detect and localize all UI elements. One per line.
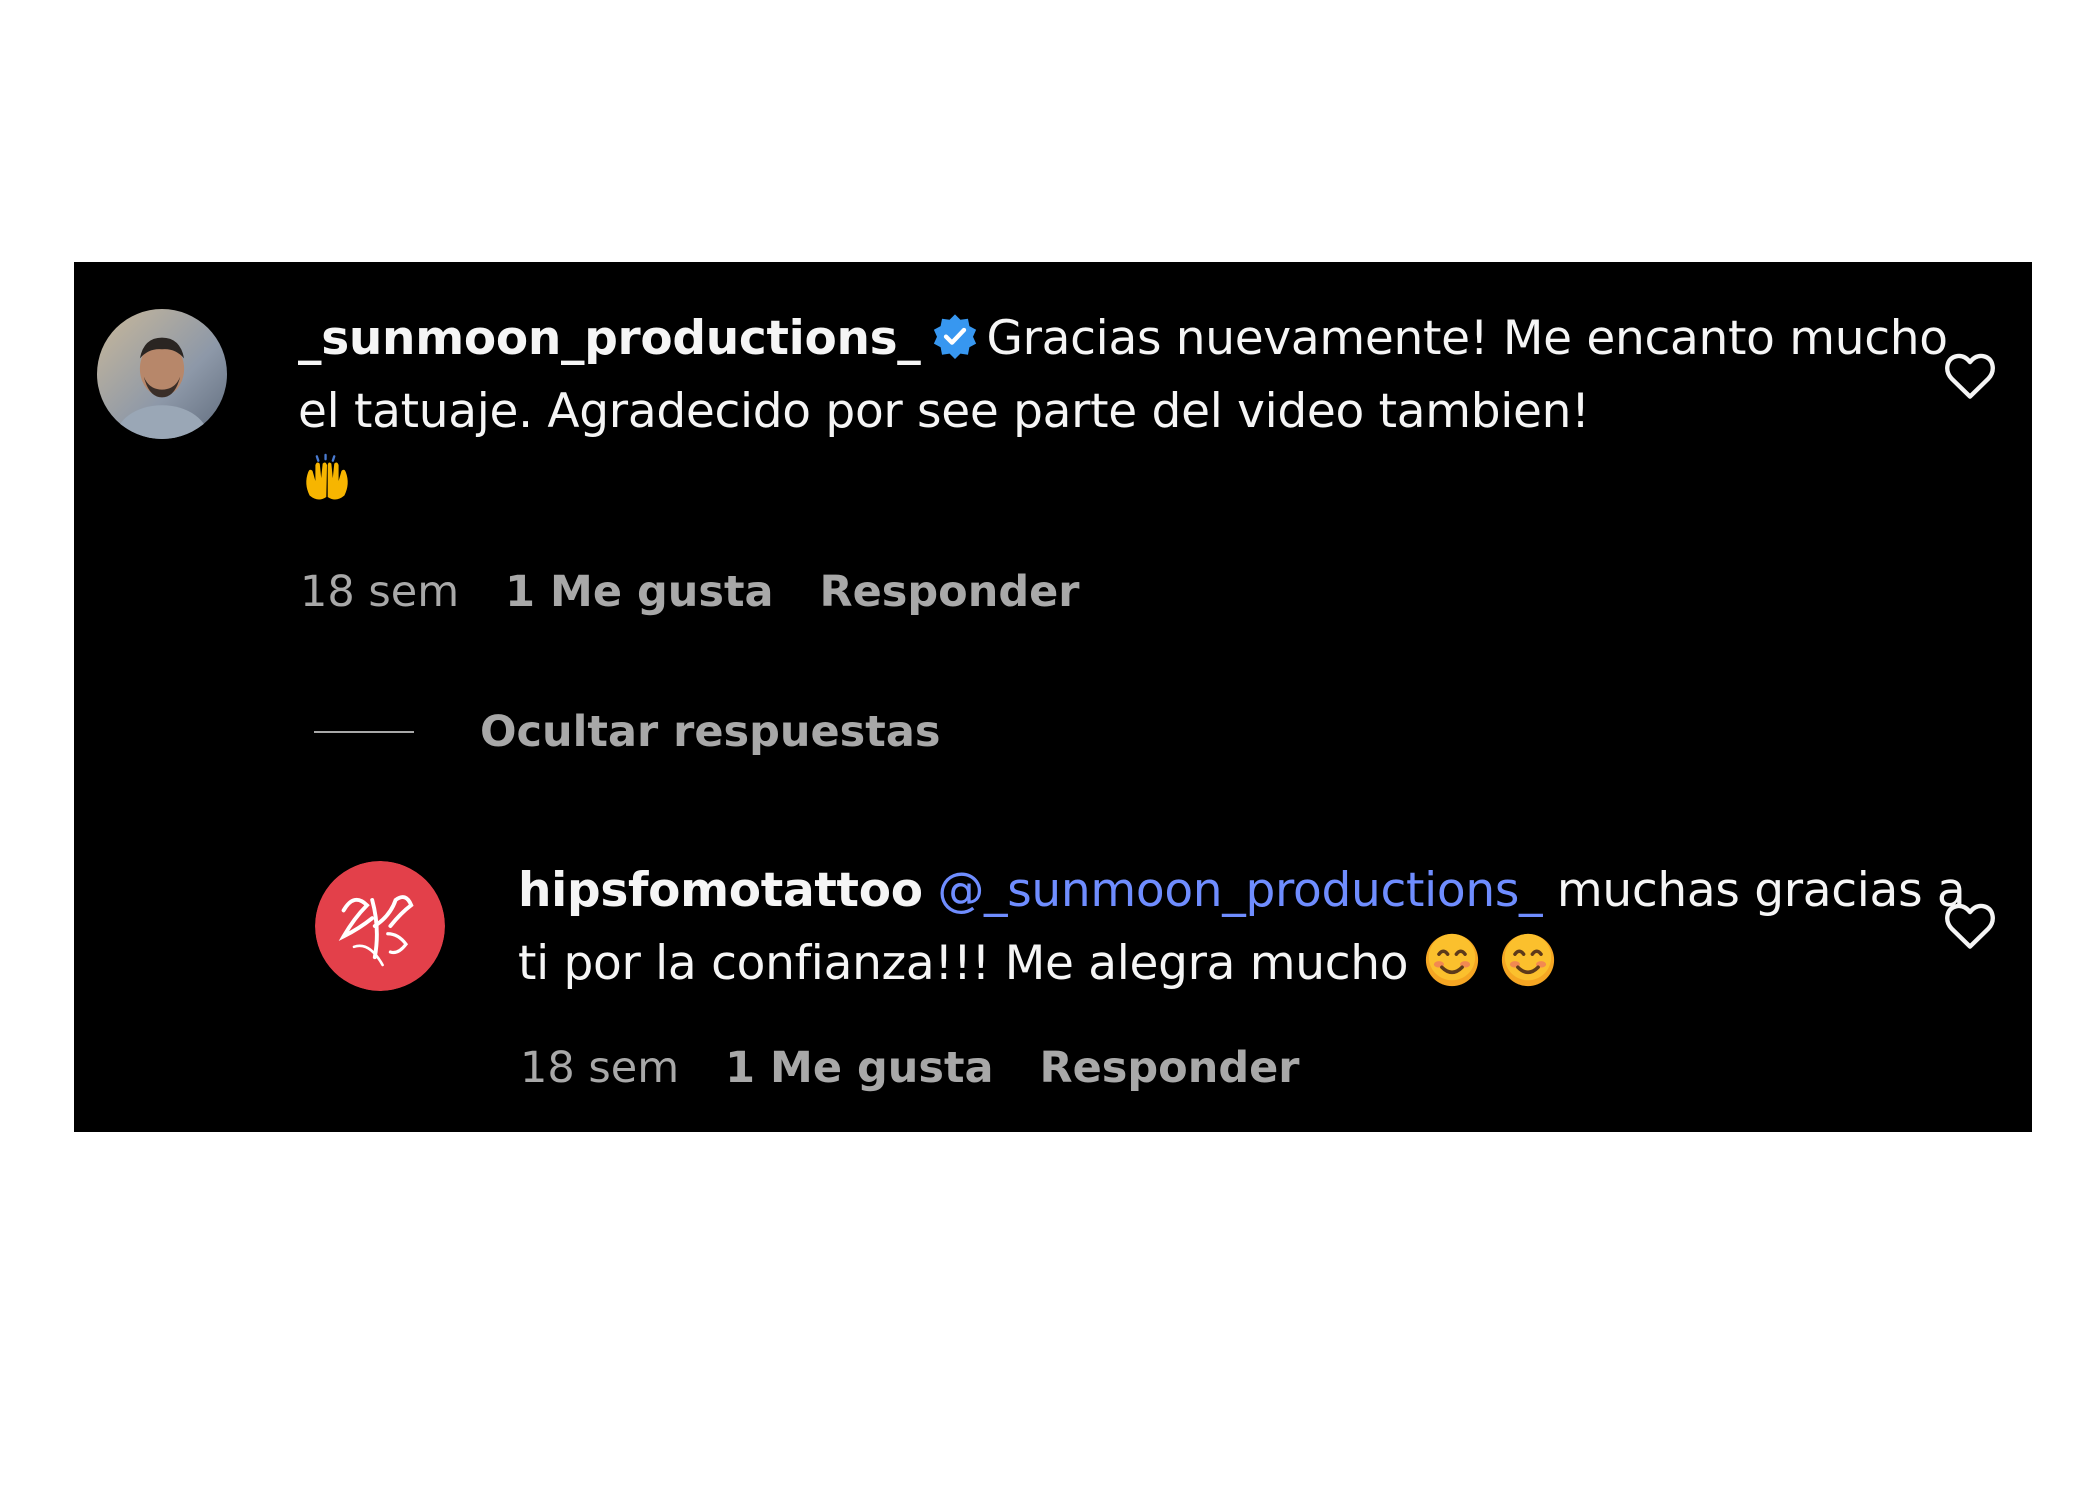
reply-meta: 18 sem 1 Me gusta Responder bbox=[520, 1042, 1345, 1094]
like-heart-icon[interactable] bbox=[1944, 352, 1996, 400]
comment-time: 18 sem bbox=[300, 567, 460, 617]
like-heart-icon[interactable] bbox=[1944, 902, 1996, 950]
comment-reply: hipsfomotattoo @_sunmoon_productions_ mu… bbox=[518, 854, 1968, 1000]
avatar-hipsfomotattoo[interactable] bbox=[315, 861, 445, 991]
comment-likes[interactable]: 1 Me gusta bbox=[505, 567, 773, 617]
comment-username[interactable]: _sunmoon_productions_ bbox=[298, 311, 921, 366]
reply-reply-button[interactable]: Responder bbox=[1040, 1043, 1300, 1093]
avatar-sunmoon[interactable] bbox=[97, 309, 227, 439]
smiling-face-icon bbox=[1423, 931, 1481, 989]
divider-line bbox=[314, 731, 414, 733]
comment-meta: 18 sem 1 Me gusta Responder bbox=[300, 566, 1125, 618]
hide-replies-button[interactable]: Ocultar respuestas bbox=[314, 707, 940, 757]
reply-time: 18 sem bbox=[520, 1043, 680, 1093]
raising-hands-icon bbox=[298, 452, 356, 510]
hide-replies-label: Ocultar respuestas bbox=[480, 707, 941, 757]
smiling-face-icon bbox=[1499, 931, 1557, 989]
reply-button[interactable]: Responder bbox=[820, 567, 1080, 617]
avatar-photo-icon bbox=[97, 309, 227, 439]
comments-panel: _sunmoon_productions_ Gracias nuevamente!… bbox=[74, 262, 2032, 1132]
reply-username[interactable]: hipsfomotattoo bbox=[518, 863, 923, 918]
reply-mention[interactable]: @_sunmoon_productions_ bbox=[937, 863, 1542, 918]
tattoo-logo-icon bbox=[315, 861, 445, 991]
verified-badge-icon bbox=[931, 312, 979, 360]
reply-likes[interactable]: 1 Me gusta bbox=[725, 1043, 993, 1093]
comment-main: _sunmoon_productions_ Gracias nuevamente!… bbox=[298, 302, 1968, 521]
